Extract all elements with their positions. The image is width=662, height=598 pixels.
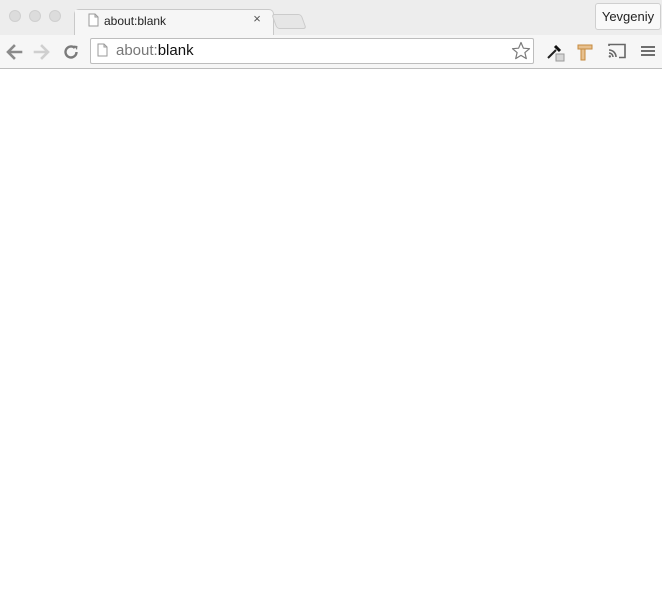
cast-icon[interactable] bbox=[606, 40, 628, 62]
address-url[interactable]: about:blank bbox=[116, 42, 194, 59]
star-icon[interactable] bbox=[510, 40, 532, 62]
reload-icon[interactable] bbox=[61, 42, 81, 62]
page-icon bbox=[88, 13, 99, 27]
url-scheme: about: bbox=[116, 42, 158, 59]
new-tab-button[interactable] bbox=[271, 14, 307, 29]
window-minimize-dot[interactable] bbox=[29, 10, 41, 22]
hammer-icon[interactable] bbox=[575, 40, 597, 62]
page-content[interactable] bbox=[0, 69, 662, 598]
page-icon bbox=[97, 43, 108, 57]
browser-chrome: about:blank × Yevgeniy about:blank bbox=[0, 0, 662, 69]
tab-title: about:blank bbox=[104, 14, 167, 28]
back-arrow-icon[interactable] bbox=[4, 42, 24, 62]
window-close-dot[interactable] bbox=[9, 10, 21, 22]
hamburger-menu-icon[interactable] bbox=[637, 40, 659, 62]
close-icon[interactable]: × bbox=[250, 12, 264, 26]
url-rest: blank bbox=[157, 42, 194, 59]
window-zoom-dot[interactable] bbox=[49, 10, 61, 22]
eyedropper-icon[interactable] bbox=[544, 40, 566, 62]
profile-button[interactable]: Yevgeniy bbox=[595, 3, 661, 30]
forward-arrow-icon[interactable] bbox=[32, 42, 52, 62]
